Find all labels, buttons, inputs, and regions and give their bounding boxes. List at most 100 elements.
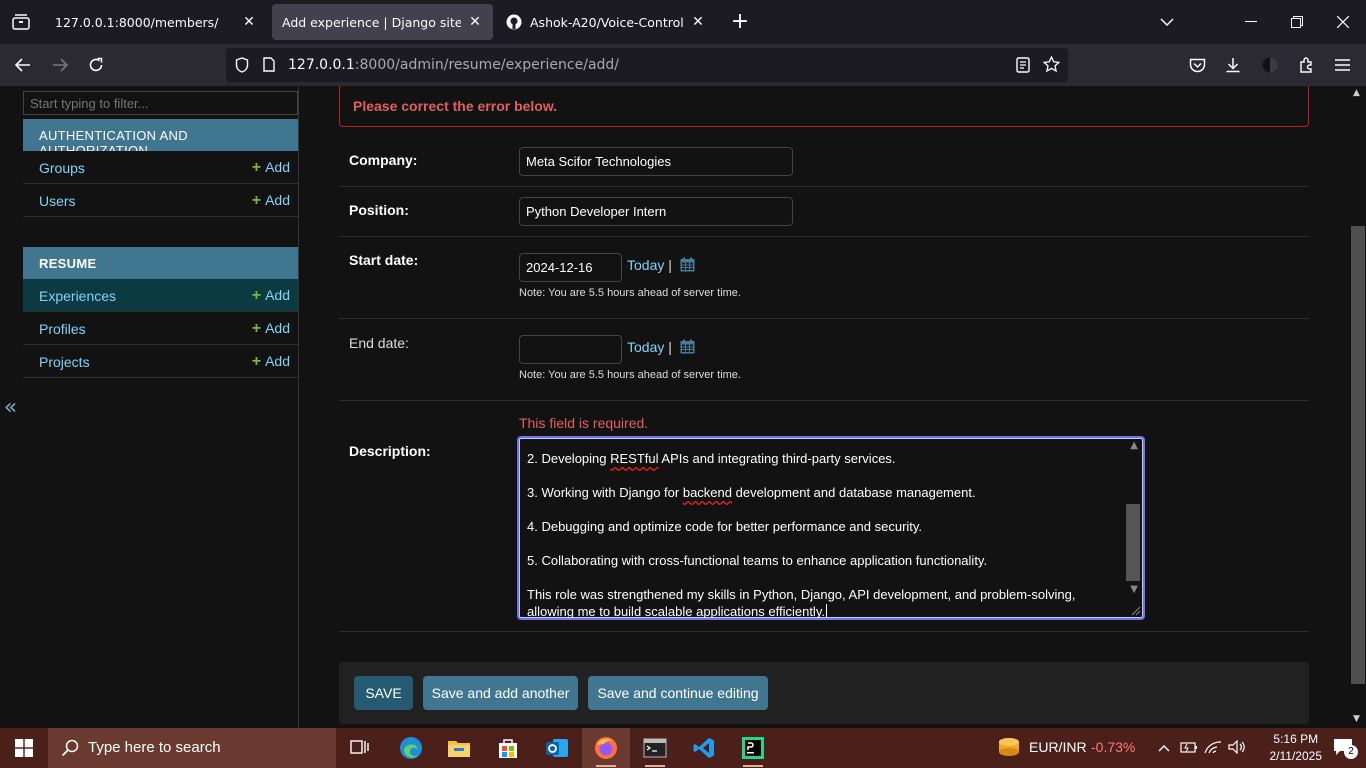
- currency-widget[interactable]: EUR/INR -0.73%: [996, 728, 1146, 768]
- wifi-icon[interactable]: [1204, 740, 1222, 757]
- restore-icon[interactable]: [1274, 0, 1320, 44]
- account-icon[interactable]: [1255, 50, 1285, 80]
- sidebar-item-users: Users + Add: [23, 184, 298, 217]
- tab-add-experience[interactable]: Add experience | Django site admin ✕: [272, 4, 493, 40]
- pocket-icon[interactable]: [1182, 50, 1212, 80]
- groups-add-link[interactable]: + Add: [252, 159, 290, 177]
- save-button[interactable]: SAVE: [354, 676, 413, 710]
- description-error: This field is required.: [519, 415, 649, 431]
- chevron-down-icon[interactable]: [1144, 0, 1190, 44]
- calendar-icon[interactable]: [680, 257, 695, 272]
- end-date-shortcuts: Today |: [627, 339, 695, 355]
- description-line: 4. Debugging and optimize code for bette…: [527, 519, 923, 534]
- scroll-up-icon[interactable]: ▲: [1130, 440, 1138, 451]
- page-icon[interactable]: [263, 57, 275, 76]
- start-date-shortcuts: Today |: [627, 257, 695, 273]
- bookmark-star-icon[interactable]: [1042, 55, 1061, 77]
- scroll-down-icon[interactable]: ▼: [1130, 584, 1138, 595]
- tab-close-icon[interactable]: ✕: [241, 14, 257, 30]
- battery-icon[interactable]: [1180, 740, 1198, 757]
- outlook-icon[interactable]: [533, 728, 581, 768]
- url-text[interactable]: 127.0.0.1:8000/admin/resume/experience/a…: [288, 57, 619, 73]
- currency-pair: EUR/INR: [1029, 739, 1087, 755]
- extensions-icon[interactable]: [1291, 50, 1321, 80]
- save-and-add-another-button[interactable]: Save and add another: [423, 676, 578, 710]
- terminal-icon[interactable]: [631, 728, 679, 768]
- end-today-link[interactable]: Today: [627, 339, 664, 355]
- textarea-scroll-thumb[interactable]: [1126, 504, 1140, 581]
- plus-icon: +: [251, 159, 262, 176]
- scroll-up-icon[interactable]: ▲: [1353, 88, 1360, 98]
- start-today-link[interactable]: Today: [627, 257, 664, 273]
- resize-handle-icon[interactable]: [1131, 606, 1141, 616]
- tab-list-icon[interactable]: [0, 0, 42, 44]
- projects-add-link[interactable]: + Add: [252, 353, 290, 371]
- url-bar[interactable]: 127.0.0.1:8000/admin/resume/experience/a…: [226, 48, 1068, 82]
- projects-link[interactable]: Projects: [39, 354, 90, 370]
- edge-icon[interactable]: [387, 728, 435, 768]
- taskbar-search[interactable]: Type here to search: [48, 728, 336, 768]
- chevron-up-icon[interactable]: [1158, 740, 1170, 755]
- calendar-icon[interactable]: [680, 339, 695, 354]
- clock-time: 5:16 PM: [1273, 732, 1319, 746]
- users-add-link[interactable]: + Add: [252, 192, 290, 210]
- module-resume-caption-text: RESUME: [39, 256, 97, 271]
- windows-taskbar: Type here to search EUR/INR -0.73% 5:16 …: [0, 728, 1366, 768]
- save-and-continue-button[interactable]: Save and continue editing: [588, 676, 768, 710]
- volume-icon[interactable]: [1228, 739, 1246, 757]
- file-explorer-icon[interactable]: [435, 728, 483, 768]
- experiences-add-link[interactable]: + Add: [252, 287, 290, 305]
- close-window-icon[interactable]: [1320, 0, 1366, 44]
- reader-view-icon[interactable]: [1016, 57, 1030, 77]
- position-row: Position: Python Developer Intern: [339, 187, 1309, 237]
- profiles-add-link[interactable]: + Add: [252, 320, 290, 338]
- minimize-icon[interactable]: [1228, 0, 1274, 44]
- url-path: :8000/admin/resume/experience/add/: [354, 57, 620, 73]
- firefox-icon[interactable]: [582, 728, 630, 768]
- taskbar-clock[interactable]: 5:16 PM 2/11/2025: [1270, 731, 1323, 765]
- url-host: 127.0.0.1: [288, 57, 355, 73]
- add-label: Add: [265, 192, 290, 208]
- tab-close-icon[interactable]: ✕: [690, 14, 706, 30]
- notifications-icon[interactable]: 2: [1332, 737, 1358, 761]
- scroll-down-icon[interactable]: ▼: [1353, 714, 1360, 724]
- experiences-link[interactable]: Experiences: [39, 288, 116, 304]
- clock-date: 2/11/2025: [1269, 749, 1323, 763]
- textarea-scrollbar[interactable]: ▲ ▼: [1125, 438, 1143, 618]
- text-run: allowing me to build scalable applicatio…: [527, 604, 825, 619]
- company-input[interactable]: Meta Scifor Technologies: [519, 147, 793, 176]
- shield-icon[interactable]: [235, 57, 249, 77]
- separator: |: [668, 257, 672, 273]
- forward-arrow-icon[interactable]: [45, 50, 75, 80]
- module-resume-caption[interactable]: RESUME: [23, 247, 298, 279]
- menu-icon[interactable]: [1327, 50, 1357, 80]
- nav-filter-input[interactable]: [23, 91, 298, 115]
- description-line: 5. Collaborating with cross-functional t…: [527, 553, 988, 568]
- add-label: Add: [265, 320, 290, 336]
- users-link[interactable]: Users: [39, 193, 76, 209]
- profiles-link[interactable]: Profiles: [39, 321, 86, 337]
- position-input[interactable]: Python Developer Intern: [519, 197, 793, 226]
- microsoft-store-icon[interactable]: [484, 728, 532, 768]
- description-line: 2. Developing RESTful APIs and integrati…: [527, 450, 896, 467]
- module-auth-caption[interactable]: AUTHENTICATION AND AUTHORIZATION: [23, 119, 298, 158]
- groups-link[interactable]: Groups: [39, 160, 85, 176]
- tab-members[interactable]: 127.0.0.1:8000/members/ ✕: [45, 4, 267, 40]
- description-textarea[interactable]: 2. Developing RESTful APIs and integrati…: [517, 436, 1145, 620]
- back-arrow-icon[interactable]: [8, 50, 38, 80]
- toggle-sidebar-icon[interactable]: «: [0, 86, 22, 728]
- reload-icon[interactable]: [81, 50, 111, 80]
- task-view-icon[interactable]: [336, 728, 384, 768]
- vscode-icon[interactable]: [680, 728, 728, 768]
- tab-github[interactable]: Ashok-A20/Voice-Controlled-Pe ✕: [496, 4, 716, 40]
- downloads-icon[interactable]: [1218, 50, 1248, 80]
- new-tab-icon[interactable]: +: [728, 8, 752, 36]
- page-scroll-thumb[interactable]: [1351, 226, 1365, 684]
- github-icon: [506, 14, 522, 30]
- tab-close-icon[interactable]: ✕: [467, 14, 483, 30]
- end-date-input[interactable]: [519, 335, 622, 364]
- windows-start-icon[interactable]: [0, 728, 48, 768]
- page-scrollbar[interactable]: ▲ ▼: [1350, 86, 1366, 728]
- start-date-input[interactable]: 2024-12-16: [519, 253, 622, 282]
- pycharm-icon[interactable]: [729, 728, 777, 768]
